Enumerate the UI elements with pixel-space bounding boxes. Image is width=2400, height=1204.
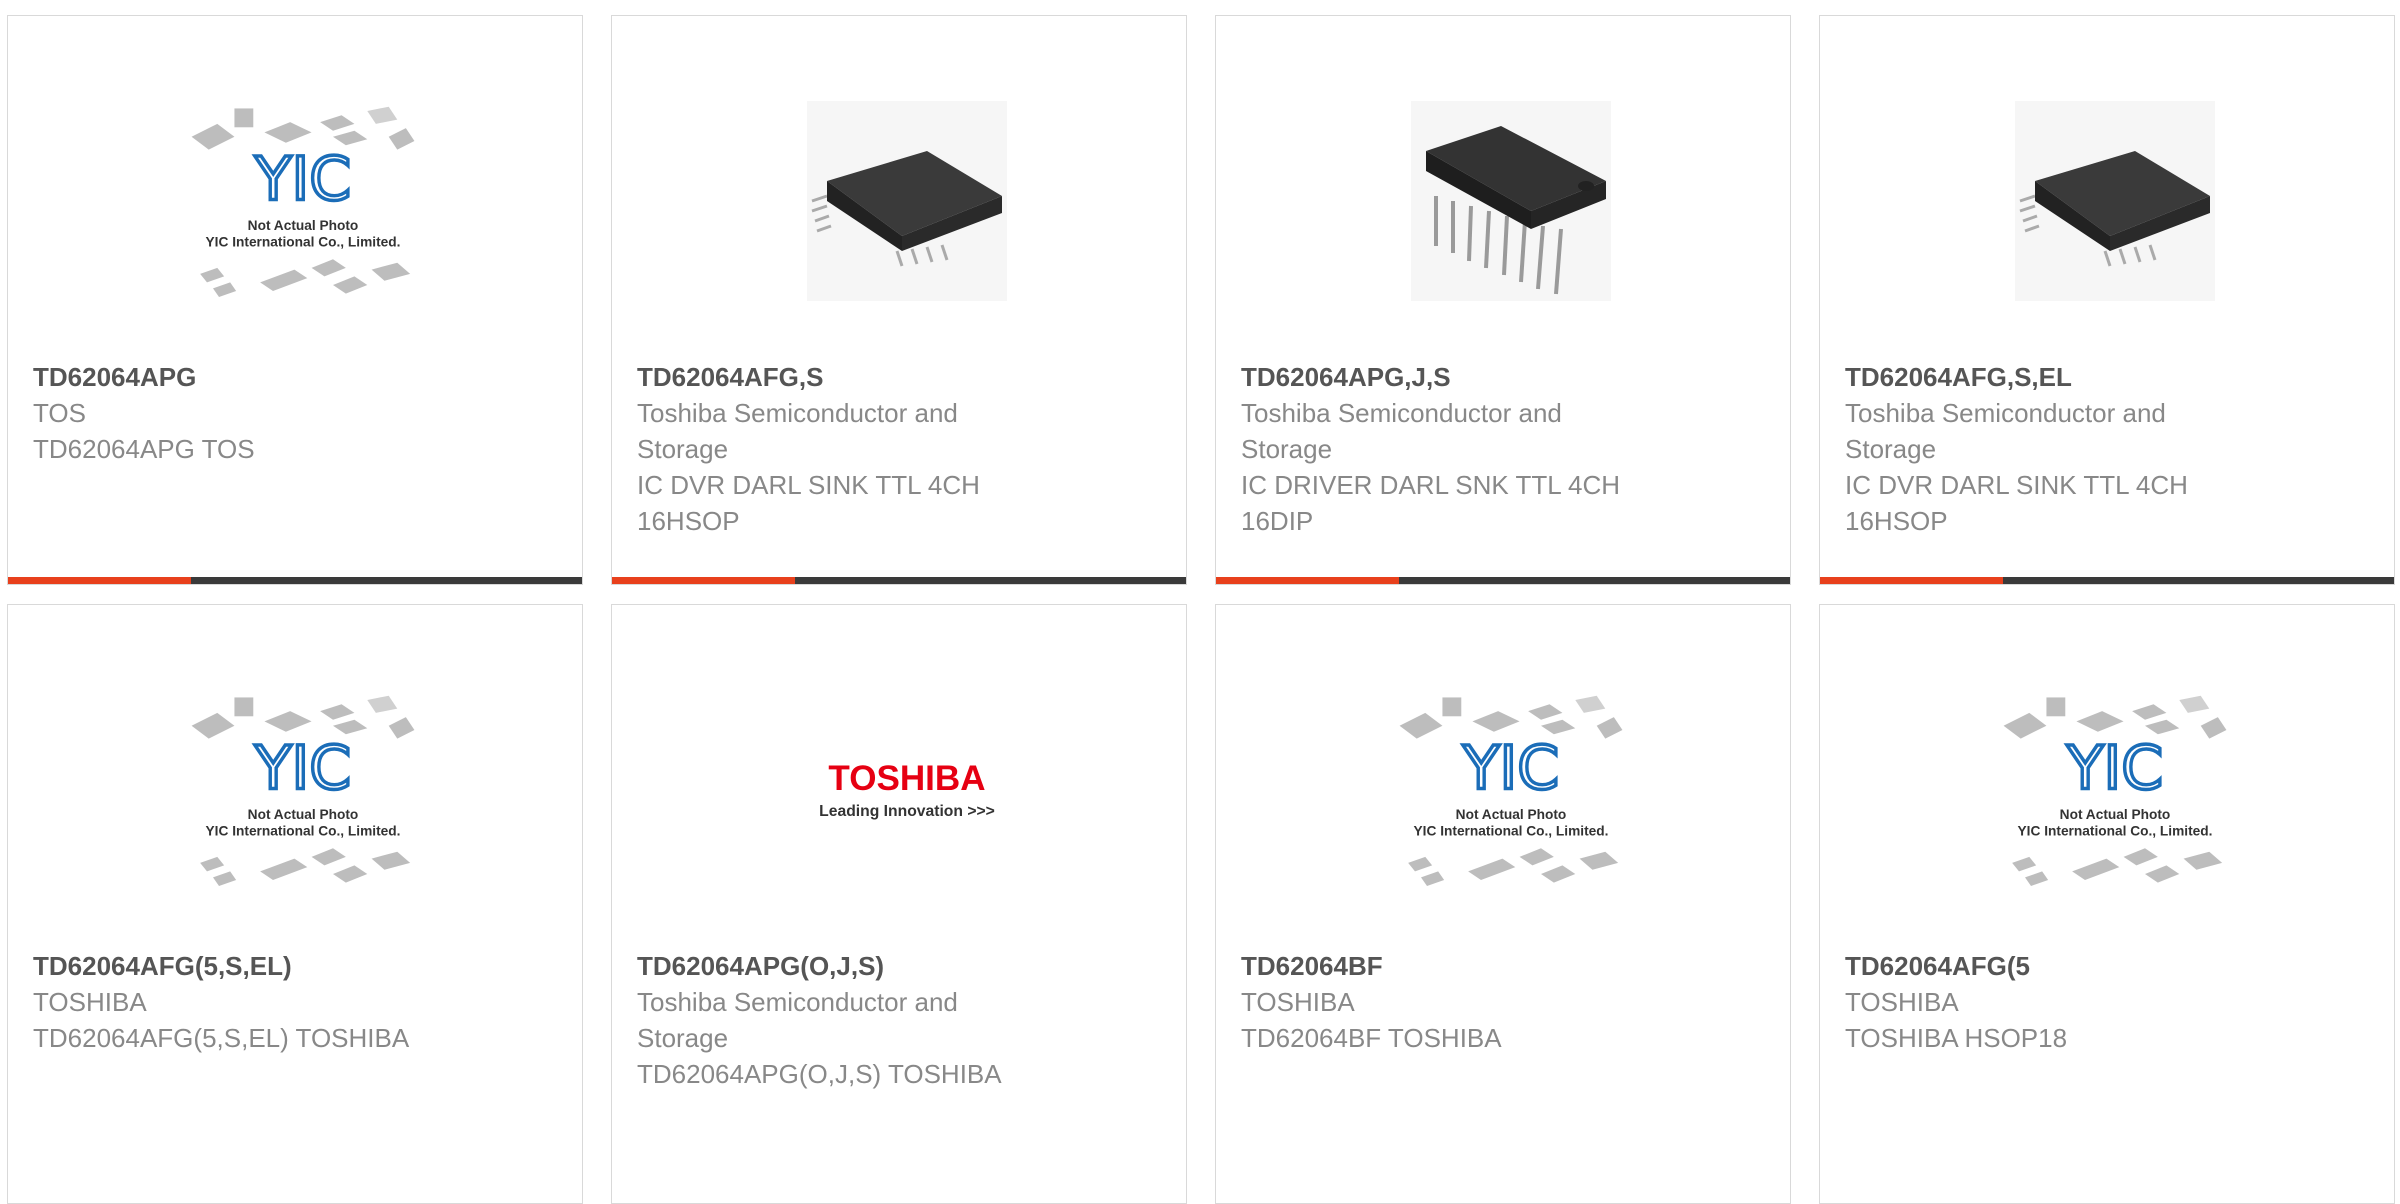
manufacturer: TOSHIBA [1241, 987, 1355, 1017]
description: TD62064AFG(5,S,EL) TOSHIBA [33, 1023, 410, 1053]
placeholder-image[interactable]: YIC Not Actual Photo YIC International C… [1391, 690, 1631, 890]
part-number[interactable]: TD62064AFG,S,EL [1845, 359, 2265, 395]
product-card[interactable]: YIC Not Actual Photo YIC International C… [7, 15, 583, 585]
yic-logo: YIC [254, 144, 351, 214]
description: IC DRIVER DARL SNK TTL 4CH [1241, 470, 1621, 500]
product-card[interactable]: YIC Not Actual Photo YIC International C… [7, 604, 583, 1204]
placeholder-caption: Not Actual Photo [248, 807, 359, 822]
placeholder-image[interactable]: YIC Not Actual Photo YIC International C… [183, 101, 423, 301]
description: IC DVR DARL SINK TTL 4CH [1845, 470, 2188, 500]
manufacturer: Toshiba Semiconductor and [1241, 398, 1562, 428]
manufacturer-cont: Storage [637, 434, 729, 464]
part-number[interactable]: TD62064AFG,S [637, 359, 1057, 395]
card-bottom-bar [8, 577, 582, 584]
manufacturer: Toshiba Semiconductor and [637, 987, 958, 1017]
placeholder-company: YIC International Co., Limited. [2018, 823, 2213, 838]
placeholder-image[interactable]: YIC Not Actual Photo YIC International C… [183, 690, 423, 890]
part-number[interactable]: TD62064AFG(5 [1845, 948, 2265, 984]
product-card[interactable]: YIC Not Actual Photo YIC International C… [1819, 604, 2395, 1204]
yic-logo: YIC [254, 733, 351, 803]
description: IC DVR DARL SINK TTL 4CH [637, 470, 980, 500]
yic-logo: YIC [1462, 733, 1559, 803]
manufacturer: TOS [33, 398, 86, 428]
placeholder-company: YIC International Co., Limited. [206, 823, 401, 838]
card-bottom-bar [1820, 577, 2394, 584]
card-bottom-bar [612, 577, 1186, 584]
description: TD62064APG TOS [33, 434, 255, 464]
manufacturer: Toshiba Semiconductor and [637, 398, 958, 428]
product-card[interactable]: TOSHIBA Leading Innovation >>> TD62064AP… [611, 604, 1187, 1204]
manufacturer-cont: Storage [1241, 434, 1333, 464]
manufacturer: TOSHIBA [33, 987, 147, 1017]
placeholder-caption: Not Actual Photo [2060, 807, 2171, 822]
product-card[interactable]: TD62064AFG,S Toshiba Semiconductor and S… [611, 15, 1187, 585]
description: TD62064BF TOSHIBA [1241, 1023, 1502, 1053]
product-card[interactable]: TD62064APG,J,S Toshiba Semiconductor and… [1215, 15, 1791, 585]
manufacturer-cont: Storage [1845, 434, 1937, 464]
package: 16HSOP [637, 506, 740, 536]
card-bottom-bar [1216, 577, 1790, 584]
description: TD62064APG(O,J,S) TOSHIBA [637, 1059, 1002, 1089]
package: 16HSOP [1845, 506, 1948, 536]
part-number[interactable]: TD62064BF [1241, 948, 1661, 984]
placeholder-image[interactable]: YIC Not Actual Photo YIC International C… [1995, 690, 2235, 890]
description: TOSHIBA HSOP18 [1845, 1023, 2068, 1053]
toshiba-wordmark: TOSHIBA [828, 759, 985, 798]
toshiba-tagline: Leading Innovation >>> [819, 803, 995, 820]
hsop-chip-image[interactable] [787, 101, 1027, 301]
placeholder-caption: Not Actual Photo [248, 218, 359, 233]
placeholder-company: YIC International Co., Limited. [206, 234, 401, 249]
manufacturer: Toshiba Semiconductor and [1845, 398, 2166, 428]
yic-logo: YIC [2066, 733, 2163, 803]
package: 16DIP [1241, 506, 1314, 536]
product-card[interactable]: TD62064AFG,S,EL Toshiba Semiconductor an… [1819, 15, 2395, 585]
placeholder-caption: Not Actual Photo [1456, 807, 1567, 822]
part-number[interactable]: TD62064APG [33, 359, 453, 395]
product-card[interactable]: YIC Not Actual Photo YIC International C… [1215, 604, 1791, 1204]
manufacturer-cont: Storage [637, 1023, 729, 1053]
toshiba-logo-image[interactable]: TOSHIBA Leading Innovation >>> [787, 690, 1027, 890]
part-number[interactable]: TD62064APG(O,J,S) [637, 948, 1057, 984]
placeholder-company: YIC International Co., Limited. [1414, 823, 1609, 838]
manufacturer: TOSHIBA [1845, 987, 1959, 1017]
part-number[interactable]: TD62064APG,J,S [1241, 359, 1661, 395]
part-number[interactable]: TD62064AFG(5,S,EL) [33, 948, 453, 984]
hsop-chip-image[interactable] [1995, 101, 2235, 301]
dip-chip-image[interactable] [1391, 101, 1631, 301]
